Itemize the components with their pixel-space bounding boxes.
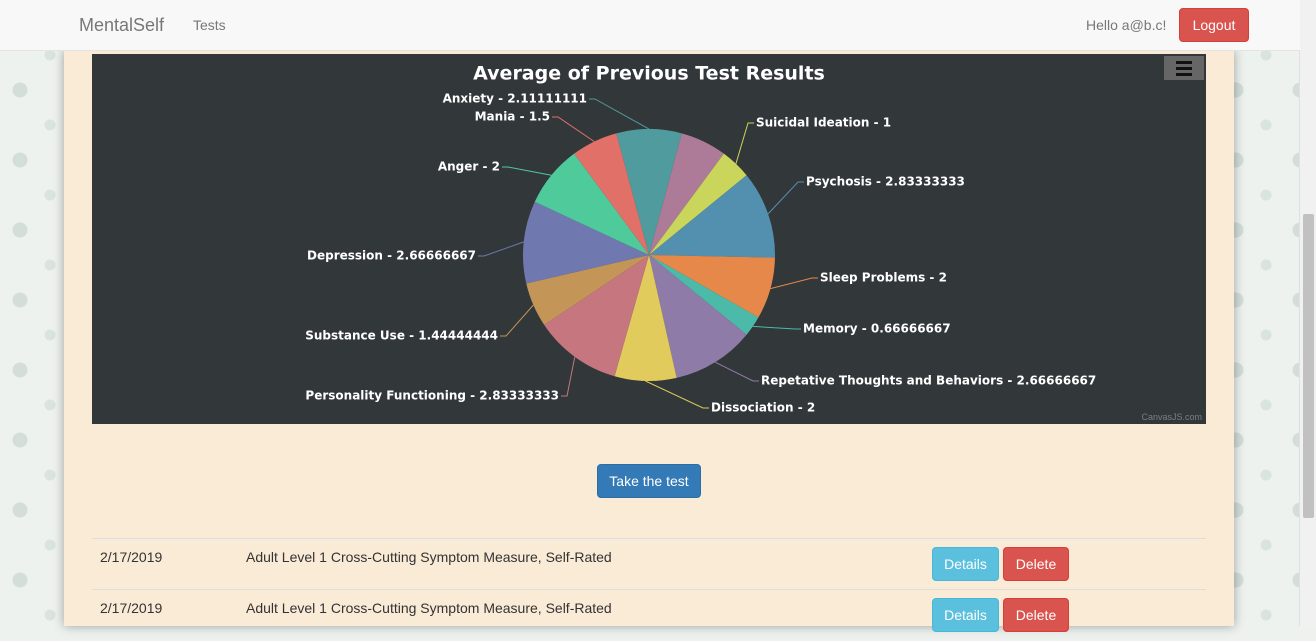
result-date: 2/17/2019 — [100, 600, 163, 616]
main-container: Average of Previous Test Results Anxiety … — [64, 50, 1234, 632]
take-test-button[interactable]: Take the test — [597, 464, 701, 498]
results-pie-chart: Average of Previous Test Results Anxiety … — [92, 54, 1206, 424]
logout-button[interactable]: Logout — [1179, 8, 1249, 42]
pie-data-label: Anger - 2 — [438, 160, 500, 174]
pie-label-connector — [714, 361, 759, 382]
pie-data-label: Suicidal Ideation - 1 — [756, 116, 891, 130]
brand-link[interactable]: MentalSelf — [79, 15, 164, 36]
pie-data-label: Sleep Problems - 2 — [820, 271, 947, 285]
pie-label-connector — [735, 122, 754, 164]
delete-button[interactable]: Delete — [1003, 547, 1069, 581]
result-test-name: Adult Level 1 Cross-Cutting Symptom Meas… — [246, 549, 612, 565]
pie-data-label: Anxiety - 2.11111111 — [443, 92, 587, 106]
pie-chart-svg: Average of Previous Test Results Anxiety … — [305, 63, 1096, 415]
pie-label-connector — [500, 304, 534, 337]
pie-label-connector — [561, 356, 576, 397]
user-greeting[interactable]: Hello a@b.c! — [1086, 17, 1166, 33]
pie-data-label: Dissociation - 2 — [711, 401, 815, 415]
table-row: 2/17/2019 Adult Level 1 Cross-Cutting Sy… — [92, 589, 1206, 641]
details-button[interactable]: Details — [932, 547, 999, 581]
nav-tests-link[interactable]: Tests — [193, 17, 226, 33]
pie-label-connector — [589, 98, 650, 130]
pie-data-label: Repetative Thoughts and Behaviors - 2.66… — [761, 374, 1096, 388]
pie-data-label: Depression - 2.66666667 — [307, 249, 476, 263]
chart-credit[interactable]: CanvasJS.com — [1141, 412, 1202, 422]
page-scrollbar[interactable] — [1299, 0, 1316, 626]
pie-label-connector — [770, 277, 818, 290]
pie-data-label: Substance Use - 1.44444444 — [305, 329, 498, 343]
pie-label-connector — [478, 241, 524, 257]
pie-label-connector — [552, 116, 595, 142]
scrollbar-thumb[interactable] — [1303, 214, 1314, 518]
pie-data-label: Personality Functioning - 2.83333333 — [305, 389, 559, 403]
pie-label-connector — [752, 325, 801, 330]
chart-menu-icon[interactable] — [1164, 56, 1204, 80]
table-row: 2/17/2019 Adult Level 1 Cross-Cutting Sy… — [92, 538, 1206, 590]
navbar: MentalSelf Tests Hello a@b.c! Logout — [0, 0, 1300, 51]
result-test-name: Adult Level 1 Cross-Cutting Symptom Meas… — [246, 600, 612, 616]
result-date: 2/17/2019 — [100, 549, 163, 565]
details-button[interactable]: Details — [932, 598, 999, 632]
pie-data-label: Psychosis - 2.83333333 — [806, 175, 965, 189]
delete-button[interactable]: Delete — [1003, 598, 1069, 632]
pie-label-connector — [502, 166, 552, 176]
pie-label-connector — [767, 181, 804, 215]
pie-label-connector — [645, 380, 709, 409]
pie-data-label: Mania - 1.5 — [475, 110, 550, 124]
chart-title: Average of Previous Test Results — [473, 63, 825, 85]
pie-data-label: Memory - 0.66666667 — [803, 322, 951, 336]
